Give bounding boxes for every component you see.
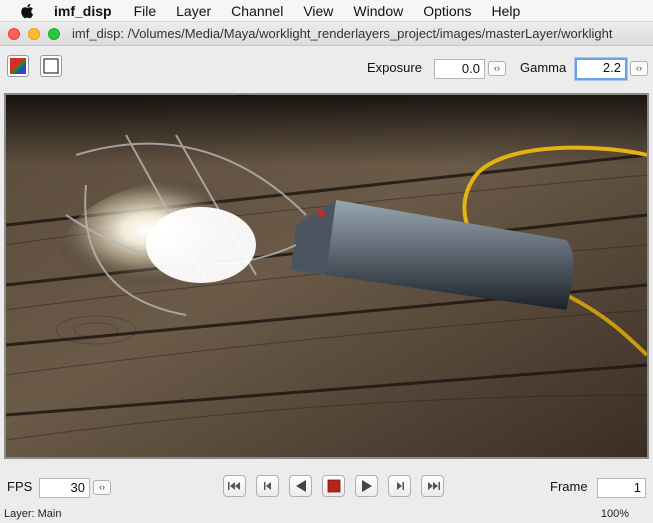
step-forward-icon bbox=[396, 482, 404, 490]
window-titlebar: imf_disp: /Volumes/Media/Maya/worklight_… bbox=[0, 22, 653, 46]
frame-toggle-button[interactable] bbox=[40, 55, 62, 77]
gamma-field[interactable]: 2.2 bbox=[575, 58, 627, 80]
menu-bar: imf_disp File Layer Channel View Window … bbox=[0, 0, 653, 22]
image-viewport[interactable] bbox=[4, 93, 649, 459]
menu-options[interactable]: Options bbox=[423, 3, 471, 19]
gamma-stepper[interactable]: ‹› bbox=[630, 61, 648, 76]
play-forward-button[interactable] bbox=[355, 475, 378, 497]
fps-stepper[interactable]: ‹› bbox=[93, 480, 111, 495]
exposure-label: Exposure bbox=[367, 60, 422, 75]
stop-icon bbox=[327, 479, 340, 493]
exposure-stepper[interactable]: ‹› bbox=[488, 61, 506, 76]
play-reverse-icon bbox=[295, 480, 306, 492]
next-frame-button[interactable] bbox=[388, 475, 411, 497]
step-back-icon bbox=[263, 482, 271, 490]
stop-button[interactable] bbox=[322, 475, 345, 497]
menu-layer[interactable]: Layer bbox=[176, 3, 211, 19]
last-frame-button[interactable] bbox=[421, 475, 444, 497]
window-controls bbox=[8, 27, 68, 40]
fps-label: FPS bbox=[7, 479, 33, 494]
menu-help[interactable]: Help bbox=[491, 3, 520, 19]
first-frame-button[interactable] bbox=[223, 475, 246, 497]
play-icon bbox=[361, 480, 372, 492]
skip-to-start-icon bbox=[227, 482, 240, 490]
minimize-window-button[interactable] bbox=[28, 27, 40, 40]
gamma-label: Gamma bbox=[520, 60, 567, 75]
status-bar: Layer: Main 100% bbox=[0, 505, 653, 523]
frame-field[interactable]: 1 bbox=[597, 478, 646, 498]
exposure-field[interactable]: 0.0 bbox=[434, 59, 485, 79]
close-window-button[interactable] bbox=[8, 27, 20, 40]
window-title: imf_disp: /Volumes/Media/Maya/worklight_… bbox=[72, 26, 613, 41]
skip-to-end-icon bbox=[427, 482, 440, 490]
menu-channel[interactable]: Channel bbox=[231, 3, 283, 19]
menu-window[interactable]: Window bbox=[353, 3, 403, 19]
layer-status: Layer: Main bbox=[4, 508, 62, 520]
fps-field[interactable]: 30 bbox=[39, 478, 90, 498]
rendered-image bbox=[6, 95, 647, 457]
rgb-channels-icon bbox=[10, 58, 26, 74]
zoom-window-button[interactable] bbox=[48, 27, 60, 40]
toolbar: Exposure 0.0 ‹› Gamma 2.2 ‹› bbox=[0, 47, 653, 90]
menu-file[interactable]: File bbox=[134, 3, 157, 19]
previous-frame-button[interactable] bbox=[256, 475, 279, 497]
frame-label: Frame bbox=[550, 479, 588, 494]
apple-icon[interactable] bbox=[20, 3, 34, 19]
menu-app-name[interactable]: imf_disp bbox=[54, 3, 112, 19]
menu-view[interactable]: View bbox=[303, 3, 333, 19]
playback-bar: FPS 30 ‹› Frame 1 bbox=[0, 470, 653, 505]
zoom-status: 100% bbox=[600, 508, 629, 520]
play-backward-button[interactable] bbox=[289, 475, 312, 497]
white-square-icon bbox=[43, 58, 59, 74]
color-mode-button[interactable] bbox=[7, 55, 29, 77]
